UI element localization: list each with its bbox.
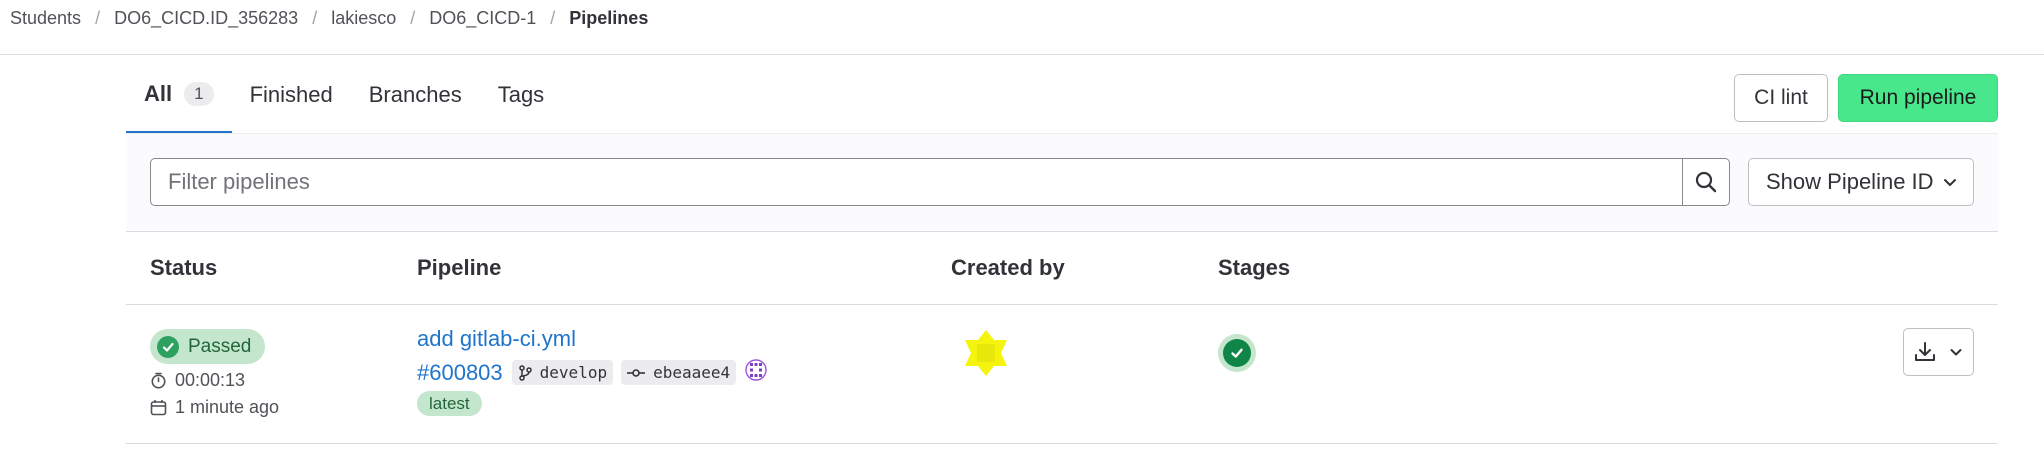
breadcrumb-user[interactable]: lakiesco [331, 8, 396, 29]
tab-finished[interactable]: Finished [232, 56, 351, 134]
breadcrumb-students[interactable]: Students [10, 8, 81, 29]
check-circle-icon [1223, 339, 1251, 367]
branch-name: develop [539, 363, 608, 382]
download-artifacts-dropdown[interactable] [1903, 328, 1974, 376]
column-header-pipeline: Pipeline [417, 255, 502, 280]
tab-all-label: All [144, 80, 173, 106]
chevron-down-icon [1944, 179, 1956, 186]
breadcrumb-bar: Students / DO6_CICD.ID_356283 / lakiesco… [0, 0, 2044, 55]
pipeline-tabs: All 1 Finished Branches Tags [126, 56, 562, 134]
run-pipeline-button[interactable]: Run pipeline [1838, 74, 1998, 122]
created-by-avatar[interactable] [961, 328, 1011, 378]
status-badge[interactable]: Passed [150, 329, 266, 364]
pipeline-commit-title-link[interactable]: add gitlab-ci.yml [417, 326, 576, 352]
status-label: Passed [188, 335, 252, 357]
filter-bar: Filter pipelines Show Pipeline ID [126, 134, 1998, 232]
commit-sha: ebeaaee4 [653, 363, 731, 382]
tab-all[interactable]: All 1 [126, 56, 232, 134]
breadcrumb-group[interactable]: DO6_CICD.ID_356283 [114, 8, 298, 29]
tab-all-count-badge: 1 [184, 81, 214, 106]
search-button[interactable] [1682, 158, 1730, 206]
ci-lint-button[interactable]: CI lint [1734, 74, 1828, 122]
breadcrumb-project[interactable]: DO6_CICD-1 [429, 8, 536, 29]
filter-pipelines-input[interactable]: Filter pipelines [150, 158, 1682, 206]
commit-chip[interactable]: ebeaaee4 [621, 360, 737, 385]
committer-avatar-icon[interactable] [744, 358, 768, 387]
pipeline-id-link[interactable]: #600803 [417, 360, 503, 386]
calendar-icon [150, 400, 167, 416]
duration: 00:00:13 [150, 370, 245, 391]
breadcrumb-separator: / [550, 8, 556, 28]
download-icon [1914, 342, 1935, 361]
table-header-divider [126, 304, 1998, 305]
show-pipeline-id-dropdown[interactable]: Show Pipeline ID [1748, 158, 1974, 206]
timer-icon [151, 372, 166, 389]
show-pipeline-id-label: Show Pipeline ID [1766, 169, 1934, 194]
breadcrumb-separator: / [410, 8, 416, 28]
branch-chip[interactable]: develop [511, 360, 614, 385]
created-time: 1 minute ago [150, 397, 279, 418]
breadcrumb-separator: / [95, 8, 101, 28]
duration-value: 00:00:13 [175, 370, 246, 390]
stage-status-passed[interactable] [1218, 334, 1256, 372]
column-header-status: Status [150, 255, 218, 280]
time-ago-value: 1 minute ago [175, 397, 280, 417]
breadcrumb-separator: / [312, 8, 318, 28]
branch-icon [518, 364, 532, 381]
search-icon [1695, 171, 1717, 193]
tab-branches[interactable]: Branches [351, 56, 480, 134]
tab-tags[interactable]: Tags [480, 56, 562, 134]
breadcrumb: Students / DO6_CICD.ID_356283 / lakiesco… [10, 8, 648, 29]
column-header-created-by: Created by [951, 255, 1065, 280]
chevron-down-icon [1950, 349, 1961, 356]
table-row-divider [126, 443, 1998, 444]
latest-badge: latest [417, 391, 482, 416]
pipeline-id-row: #600803 develop ebeaaee4 [417, 358, 768, 387]
check-circle-icon [157, 335, 179, 358]
commit-icon [627, 368, 646, 377]
column-header-stages: Stages [1218, 255, 1291, 280]
breadcrumb-pipelines[interactable]: Pipelines [569, 8, 648, 29]
